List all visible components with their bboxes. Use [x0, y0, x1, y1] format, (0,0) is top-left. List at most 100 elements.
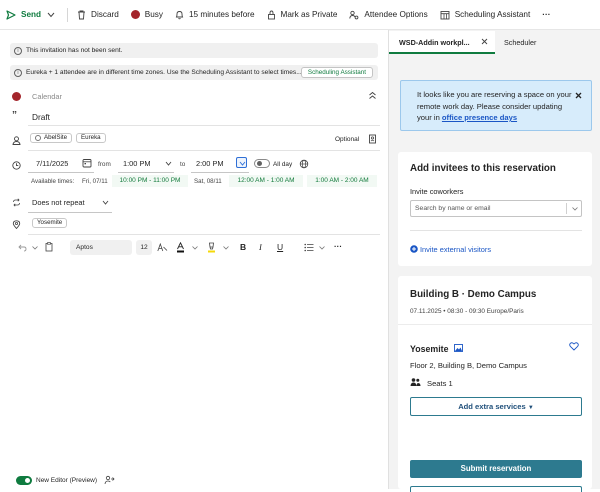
- discard-label: Discard: [91, 10, 119, 19]
- message-body-editor[interactable]: [10, 260, 380, 465]
- calendar-icon[interactable]: [82, 158, 92, 168]
- busy-status-icon: [130, 10, 140, 19]
- location-name: Yosemite: [37, 219, 63, 226]
- close-icon[interactable]: [575, 92, 582, 99]
- add-extra-services-button[interactable]: Add extra services ▼: [410, 397, 582, 416]
- chevron-down-icon[interactable]: [223, 246, 229, 250]
- start-time-input[interactable]: 1:00 PM: [123, 159, 151, 168]
- toggle-knob: [25, 478, 30, 483]
- busy-button[interactable]: Busy: [125, 0, 169, 30]
- scheduling-assistant-label: Scheduling Assistant: [454, 10, 531, 19]
- building-title: Building B · Demo Campus: [410, 289, 537, 300]
- office-presence-link[interactable]: office presence days: [442, 113, 517, 122]
- heart-icon[interactable]: [569, 342, 579, 351]
- chevron-down-icon[interactable]: [165, 161, 172, 166]
- reservation-datetime: 07.11.2025 • 08:30 - 09:30 Europe/Paris: [410, 308, 524, 315]
- font-family-value: Aptos: [76, 244, 93, 251]
- all-day-toggle[interactable]: [254, 159, 270, 168]
- font-size-value: 12: [140, 244, 148, 251]
- available-day-2: Sat, 08/11: [194, 178, 222, 185]
- more-icon: ···: [542, 10, 551, 19]
- location-chip[interactable]: Yosemite: [32, 218, 68, 228]
- chevron-down-icon: [239, 161, 246, 166]
- collapse-icon[interactable]: [368, 91, 377, 100]
- highlighter-icon[interactable]: [207, 242, 216, 253]
- mark-private-label: Mark as Private: [280, 10, 338, 19]
- available-slot-1[interactable]: 10:00 PM - 11:00 PM: [112, 175, 188, 187]
- divider: [28, 125, 380, 126]
- format-more-button[interactable]: ···: [334, 242, 342, 251]
- compose-area: i This invitation has not been sent. i E…: [0, 30, 388, 489]
- tab-addin-label: WSD-Addin workpl...: [399, 38, 470, 47]
- mark-private-button[interactable]: Mark as Private: [261, 0, 344, 30]
- optional-attendees-link[interactable]: Optional: [335, 136, 359, 143]
- end-time-underline: [191, 172, 249, 173]
- divider: [28, 234, 380, 235]
- discard-button[interactable]: Discard: [71, 0, 125, 30]
- calendar-label[interactable]: Calendar: [32, 92, 62, 101]
- chevron-down-icon[interactable]: [572, 207, 578, 211]
- attendee-chip-abelsite[interactable]: AbelSite: [30, 133, 73, 143]
- font-size-select[interactable]: 12: [136, 240, 152, 255]
- font-family-select[interactable]: Aptos: [70, 240, 132, 255]
- invite-coworkers-label: Invite coworkers: [410, 187, 464, 196]
- invite-search-placeholder: Search by name or email: [415, 205, 491, 212]
- chevron-down-icon[interactable]: [192, 246, 198, 250]
- bold-button[interactable]: B: [240, 242, 246, 252]
- attendee-options-button[interactable]: Attendee Options: [343, 0, 433, 30]
- divider: [67, 7, 69, 22]
- repeat-dropdown[interactable]: Does not repeat: [32, 198, 85, 207]
- send-options-dropdown[interactable]: [47, 0, 64, 30]
- chevron-down-icon[interactable]: [102, 200, 109, 205]
- start-date-input[interactable]: 7/11/2025: [36, 159, 68, 168]
- image-icon[interactable]: [454, 344, 463, 352]
- address-book-icon[interactable]: [368, 134, 377, 144]
- italic-button[interactable]: I: [259, 242, 262, 252]
- repeat-icon: [13, 198, 20, 207]
- secondary-button-outline[interactable]: [410, 486, 582, 492]
- reminder-button[interactable]: 15 minutes before: [169, 0, 261, 30]
- clipboard-icon[interactable]: [45, 242, 53, 252]
- invite-title: Add invitees to this reservation: [410, 163, 556, 174]
- bell-icon: [175, 10, 184, 19]
- info-icon: i: [14, 46, 22, 55]
- bullet-list-icon[interactable]: [304, 243, 314, 252]
- start-time-underline: [118, 172, 174, 173]
- globe-icon[interactable]: [299, 159, 309, 169]
- tab-scheduler[interactable]: Scheduler: [504, 38, 536, 47]
- underline-button[interactable]: U: [277, 242, 283, 252]
- scheduling-assistant-button[interactable]: Scheduling Assistant: [434, 0, 537, 30]
- text-style-icon[interactable]: [157, 243, 168, 252]
- toggle-knob: [256, 161, 262, 166]
- chevron-down-icon[interactable]: [319, 246, 325, 250]
- end-time-input[interactable]: 2:00 PM: [196, 159, 224, 168]
- busy-label: Busy: [144, 10, 163, 19]
- people-share-icon[interactable]: [104, 475, 115, 485]
- attendee-chip-eureka[interactable]: Eureka: [76, 133, 106, 143]
- invite-search-input[interactable]: Search by name or email: [410, 200, 582, 217]
- chevron-down-icon[interactable]: [32, 246, 38, 250]
- available-slot-2[interactable]: 12:00 AM - 1:00 AM: [229, 175, 303, 187]
- not-sent-text: This invitation has not been sent.: [26, 47, 123, 54]
- lock-icon: [267, 10, 275, 19]
- send-button[interactable]: Send: [0, 0, 47, 30]
- end-time-dropdown-button[interactable]: [236, 157, 247, 168]
- font-color-icon[interactable]: [176, 242, 185, 253]
- submit-reservation-label: Submit reservation: [460, 464, 532, 473]
- tab-addin[interactable]: WSD-Addin workpl...: [389, 31, 495, 54]
- person-icon: [12, 136, 21, 145]
- room-name: Yosemite: [410, 344, 449, 354]
- close-icon[interactable]: [481, 38, 488, 45]
- addin-pane: WSD-Addin workpl... Scheduler It looks l…: [388, 30, 600, 492]
- people-icon: [410, 378, 421, 386]
- calendar-color-dot: [12, 92, 21, 101]
- available-slot-3[interactable]: 1:00 AM - 2:00 AM: [307, 175, 377, 187]
- scheduling-assistant-link-button[interactable]: Scheduling Assistant: [300, 67, 373, 78]
- title-input[interactable]: Draft: [32, 112, 50, 122]
- chevron-down-icon: [47, 12, 55, 17]
- more-options-button[interactable]: ···: [536, 0, 556, 30]
- new-editor-toggle[interactable]: [16, 476, 32, 485]
- undo-icon[interactable]: [18, 243, 27, 252]
- submit-reservation-button[interactable]: Submit reservation: [410, 460, 582, 478]
- invite-external-link[interactable]: Invite external visitors: [420, 245, 491, 254]
